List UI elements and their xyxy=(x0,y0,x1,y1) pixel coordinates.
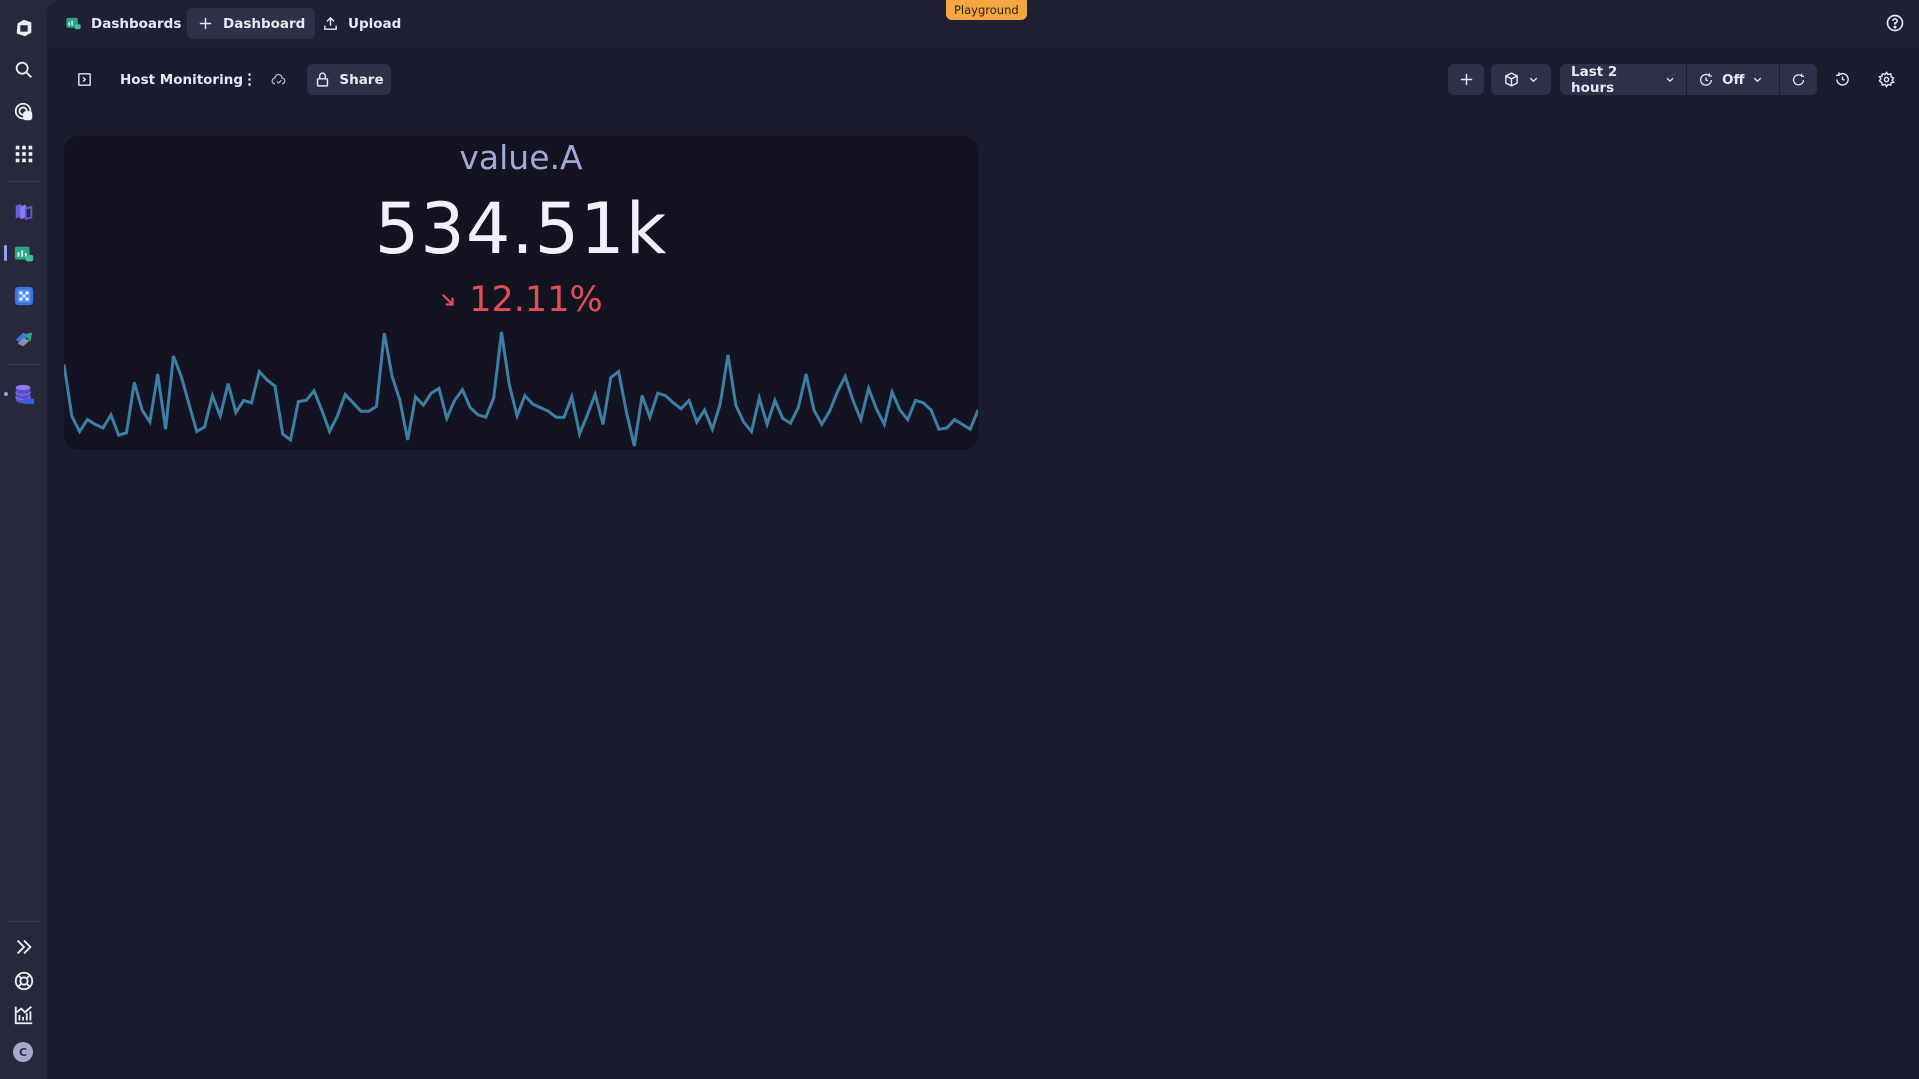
search-icon[interactable] xyxy=(11,57,36,82)
workflow-icon[interactable] xyxy=(11,283,36,308)
tile-change: 12.11% xyxy=(64,280,978,320)
arrow-down-right-icon xyxy=(442,293,454,306)
grid-icon[interactable] xyxy=(11,141,36,166)
tile-value: 534.51k xyxy=(374,188,668,270)
sidebar-panel-icon xyxy=(78,73,91,86)
app-root: C Dashboards Dashboard Upload Playground xyxy=(0,0,1919,1079)
time-controls: Last 2 hours Off xyxy=(1560,64,1817,95)
share-button[interactable]: Share xyxy=(307,64,391,95)
history-icon xyxy=(1836,72,1849,86)
chevron-down-icon xyxy=(1529,77,1538,83)
cube-icon xyxy=(1505,72,1518,87)
toggle-sidebar-button[interactable] xyxy=(69,64,100,95)
plus-icon xyxy=(199,17,212,30)
refresh-button[interactable] xyxy=(1780,64,1817,95)
auto-refresh-selector[interactable]: Off xyxy=(1687,64,1780,95)
lifebuoy-icon[interactable] xyxy=(11,968,36,993)
main-area: Dashboards Dashboard Upload Playground H… xyxy=(47,0,1919,1079)
single-value-tile[interactable]: value.A 534.51k 12.11% xyxy=(64,136,978,450)
chart-icon[interactable] xyxy=(11,1002,36,1027)
tab-label: Dashboard xyxy=(223,15,306,32)
sidebar: C xyxy=(0,0,47,1079)
refresh-clock-icon xyxy=(1700,72,1712,86)
cube-stack-icon[interactable] xyxy=(11,199,36,224)
dashboard-toolbar: Host Monitoring Share Last 2 hours Off xyxy=(47,60,1919,100)
database-icon[interactable] xyxy=(11,381,36,406)
dashboards-app-icon[interactable] xyxy=(11,241,36,266)
tile-change-value: 12.11% xyxy=(469,280,603,320)
auto-refresh-label: Off xyxy=(1722,71,1745,88)
dashboards-app-icon xyxy=(66,17,81,30)
tab-label: Upload xyxy=(348,15,402,32)
more-options-button[interactable] xyxy=(237,64,261,95)
add-tile-button[interactable] xyxy=(1448,64,1484,95)
timeframe-label: Last 2 hours xyxy=(1571,64,1618,95)
plus-icon xyxy=(1460,73,1472,86)
segments-button[interactable] xyxy=(1491,64,1551,95)
dynatrace-logo-icon[interactable] xyxy=(11,15,36,40)
sidebar-divider xyxy=(8,921,40,922)
radar-icon[interactable] xyxy=(11,99,36,124)
settings-button[interactable] xyxy=(1871,64,1902,95)
active-indicator xyxy=(4,245,7,261)
tab-dashboards[interactable]: Dashboards xyxy=(55,8,191,39)
share-label: Share xyxy=(339,71,384,88)
sparkline-series-line xyxy=(64,331,978,447)
gear-icon xyxy=(1878,71,1895,88)
kebab-menu-icon xyxy=(247,73,251,86)
chevron-down-icon xyxy=(1666,77,1674,83)
sidebar-divider xyxy=(8,364,40,365)
upload-icon xyxy=(324,16,337,30)
avatar[interactable]: C xyxy=(13,1042,33,1062)
sidebar-divider xyxy=(8,181,40,182)
topbar: Dashboards Dashboard Upload Playground xyxy=(47,0,1919,48)
tab-label: Dashboards xyxy=(91,15,182,32)
new-dot xyxy=(4,392,8,396)
lock-icon xyxy=(317,72,329,87)
tab-upload[interactable]: Upload xyxy=(312,8,411,39)
timeframe-selector[interactable]: Last 2 hours xyxy=(1560,64,1687,95)
dashboard-title[interactable]: Host Monitoring xyxy=(120,64,243,95)
refresh-icon xyxy=(1792,73,1805,85)
environment-badge: Playground xyxy=(946,0,1027,20)
tile-title: value.A xyxy=(459,138,583,177)
double-chevron-right-icon[interactable] xyxy=(11,934,36,959)
saved-status-button[interactable] xyxy=(266,64,290,95)
cloud-check-icon xyxy=(271,73,285,85)
tab-new-dashboard[interactable]: Dashboard xyxy=(187,8,316,39)
help-circle-icon[interactable] xyxy=(1885,13,1905,33)
version-history-button[interactable] xyxy=(1827,64,1858,95)
layers-icon[interactable] xyxy=(11,325,36,350)
chevron-down-icon xyxy=(1754,77,1762,83)
